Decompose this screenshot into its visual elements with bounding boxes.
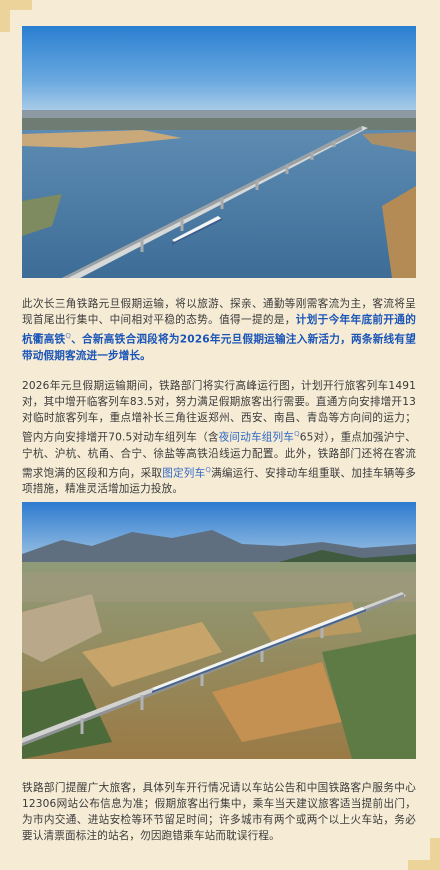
paragraph-intro: 此次长三角铁路元旦假期运输，将以旅游、探亲、通勤等刚需客流为主，客流将呈现首尾出… [22,296,416,364]
photo-train-countryside-viaduct [22,502,416,759]
link-night-emu[interactable]: 夜间动车组列车 [219,432,294,444]
link-scheduled-train[interactable]: 图定列车 [162,467,205,479]
paragraph-travel-reminder: 铁路部门提醒广大旅客，具体列车开行情况请以车站公告和中国铁路客户服务中心1230… [22,782,416,842]
photo-railway-bridge-over-lake [22,26,416,278]
highlight-hexin-railway: 、合新高铁合泗段将为2026年元旦假期运输注入新活力，两条新线有望带动假期客流进… [22,333,416,362]
paragraph-transport-plan: 2026年元旦假期运输期间，铁路部门将实行高峰运行图，计划开行旅客列车1491对… [22,378,416,497]
